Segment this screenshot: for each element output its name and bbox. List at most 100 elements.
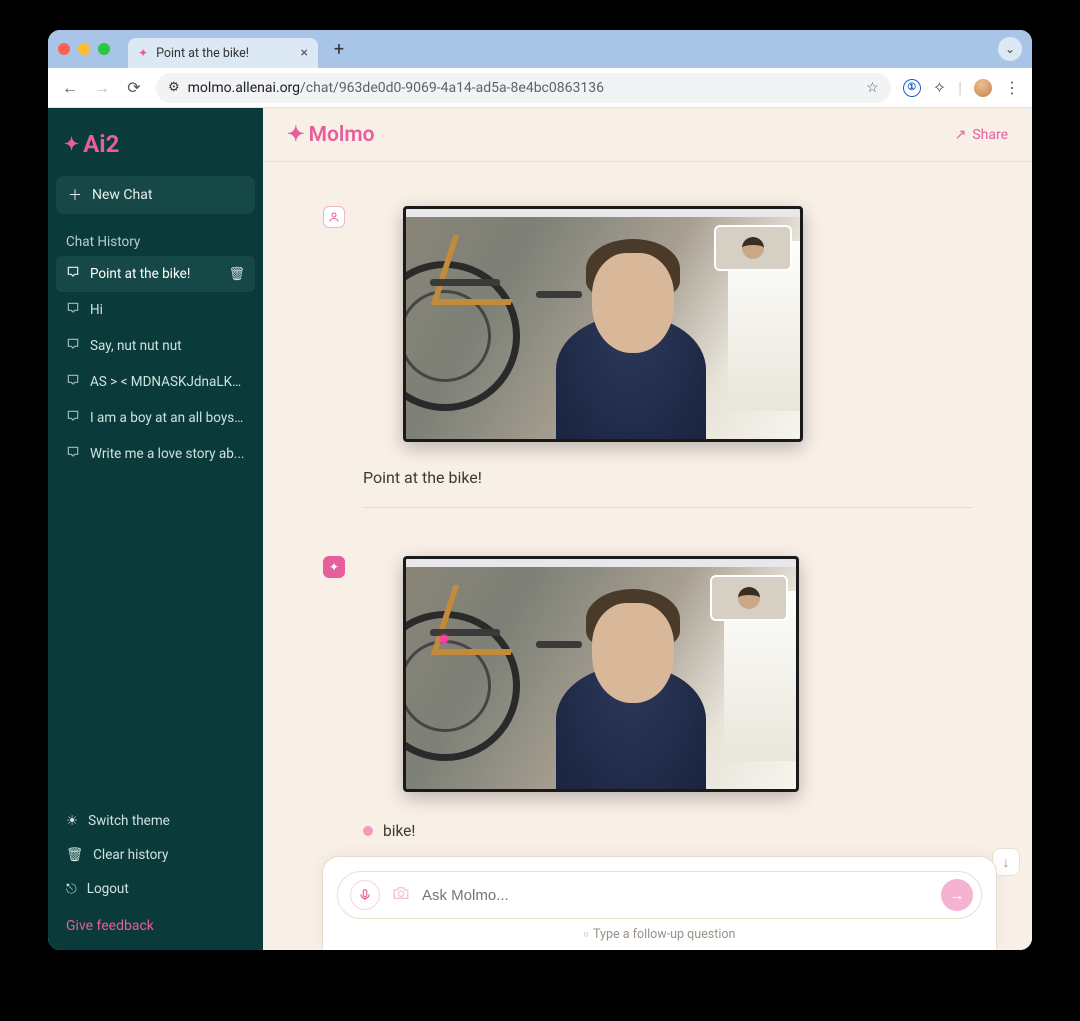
conversation-scroll[interactable]: Point at the bike! ✦	[263, 162, 1032, 950]
history-item-label: I am a boy at an all boys ...	[90, 410, 245, 426]
app-title-text: Molmo	[309, 123, 375, 147]
history-item[interactable]: AS > < MDNASKJdnaLKDJ...	[56, 364, 255, 400]
chat-icon	[66, 337, 80, 355]
sparkle-icon: ✦	[64, 134, 79, 155]
history-item-label: Hi	[90, 302, 245, 318]
chat-icon	[66, 265, 80, 283]
plus-icon: ＋	[68, 185, 82, 205]
history-item-label: Point at the bike!	[90, 266, 218, 282]
camera-button[interactable]	[392, 884, 410, 907]
url-path: /chat/963de0d0-9069-4a14-ad5a-8e4bc08631…	[300, 80, 604, 96]
user-uploaded-image[interactable]	[403, 206, 803, 442]
main-panel: ✦ Molmo ↗ Share	[263, 108, 1032, 950]
point-legend-dot-icon	[363, 826, 373, 836]
point-marker-icon	[440, 635, 448, 643]
main-header: ✦ Molmo ↗ Share	[263, 108, 1032, 162]
history-item-label: AS > < MDNASKJdnaLKDJ...	[90, 374, 245, 390]
hint-bullet-icon: ○	[584, 930, 589, 940]
chat-icon	[66, 409, 80, 427]
history-list: Point at the bike! 🗑 Hi Say, nut nut nut AS …	[56, 256, 255, 472]
share-button[interactable]: ↗ Share	[955, 127, 1008, 143]
tabs-overflow-button[interactable]: ⌄	[998, 37, 1022, 61]
share-icon: ↗	[955, 127, 967, 143]
new-tab-button[interactable]: +	[326, 36, 352, 62]
ai-annotated-image[interactable]	[403, 556, 799, 792]
sun-icon: ☀	[66, 813, 78, 829]
message-input[interactable]	[422, 887, 929, 904]
switch-theme-label: Switch theme	[88, 813, 170, 829]
history-item[interactable]: Write me a love story ab...	[56, 436, 255, 472]
new-chat-button[interactable]: ＋ New Chat	[56, 176, 255, 214]
share-label: Share	[972, 127, 1008, 143]
close-window-button[interactable]	[58, 43, 70, 55]
history-item[interactable]: Say, nut nut nut	[56, 328, 255, 364]
extensions-button-icon[interactable]: ✧	[933, 78, 946, 97]
user-message-text: Point at the bike!	[363, 468, 972, 487]
ai-message-content: bike!	[363, 556, 972, 840]
back-button[interactable]: ←	[60, 78, 80, 98]
feedback-link[interactable]: Give feedback	[56, 908, 255, 936]
composer-container: → ○ Type a follow-up question	[323, 857, 996, 950]
site-settings-icon[interactable]: ⚙	[168, 80, 180, 95]
user-message-content: Point at the bike!	[363, 206, 972, 538]
app-logo[interactable]: ✦ Ai2	[56, 126, 255, 176]
forward-button[interactable]: →	[92, 78, 112, 98]
scroll-to-bottom-button[interactable]: ↓	[992, 848, 1020, 876]
logout-label: Logout	[87, 881, 129, 897]
ai-avatar-icon: ✦	[323, 556, 345, 578]
tab-bar: ✦ Point at the bike! × + ⌄	[48, 30, 1032, 68]
composer: →	[337, 871, 982, 919]
history-item[interactable]: Hi	[56, 292, 255, 328]
app-root: ✦ Ai2 ＋ New Chat Chat History Point at t…	[48, 108, 1032, 950]
reload-button[interactable]: ⟳	[124, 78, 144, 97]
ai-answer-text: bike!	[383, 822, 415, 840]
history-item[interactable]: I am a boy at an all boys ...	[56, 400, 255, 436]
user-avatar-icon	[323, 206, 345, 228]
sidebar: ✦ Ai2 ＋ New Chat Chat History Point at t…	[48, 108, 263, 950]
profile-avatar-icon[interactable]	[974, 79, 992, 97]
history-header: Chat History	[56, 228, 255, 256]
browser-menu-icon[interactable]: ⋮	[1004, 78, 1020, 97]
tab-favicon-icon: ✦	[138, 46, 148, 60]
sidebar-bottom: ☀ Switch theme 🗑 Clear history ⎋ Logout …	[56, 806, 255, 936]
message-divider	[363, 507, 972, 508]
minimize-window-button[interactable]	[78, 43, 90, 55]
extension-1password-icon[interactable]: ①	[903, 79, 921, 97]
message-ai: ✦	[323, 556, 972, 840]
logout-button[interactable]: ⎋ Logout	[56, 874, 255, 904]
window-controls	[58, 43, 110, 55]
tab-title: Point at the bike!	[156, 46, 249, 61]
history-item[interactable]: Point at the bike! 🗑	[56, 256, 255, 292]
maximize-window-button[interactable]	[98, 43, 110, 55]
bookmark-icon[interactable]: ☆	[866, 80, 879, 96]
delete-chat-button[interactable]: 🗑	[228, 267, 245, 282]
new-chat-label: New Chat	[92, 187, 152, 203]
microphone-button[interactable]	[350, 880, 380, 910]
extensions-divider: |	[958, 78, 962, 97]
feedback-label: Give feedback	[66, 918, 154, 934]
message-user: Point at the bike!	[323, 206, 972, 538]
logout-icon: ⎋	[66, 881, 77, 897]
composer-hint: ○ Type a follow-up question	[337, 919, 982, 942]
chat-icon	[66, 301, 80, 319]
app-title[interactable]: ✦ Molmo	[287, 122, 374, 147]
switch-theme-button[interactable]: ☀ Switch theme	[56, 806, 255, 836]
chat-icon	[66, 445, 80, 463]
logo-text: Ai2	[83, 130, 119, 158]
history-item-label: Say, nut nut nut	[90, 338, 245, 354]
composer-hint-text: Type a follow-up question	[593, 927, 735, 942]
close-tab-button[interactable]: ×	[301, 45, 308, 61]
url-host: molmo.allenai.org	[188, 80, 300, 96]
browser-toolbar: ← → ⟳ ⚙ molmo.allenai.org/chat/963de0d0-…	[48, 68, 1032, 108]
send-button[interactable]: →	[941, 879, 973, 911]
address-bar[interactable]: ⚙ molmo.allenai.org/chat/963de0d0-9069-4…	[156, 73, 891, 103]
clear-history-label: Clear history	[93, 847, 168, 863]
sparkle-icon: ✦	[287, 122, 305, 147]
chat-icon	[66, 373, 80, 391]
extension-icons: ① ✧ | ⋮	[903, 78, 1020, 97]
history-item-label: Write me a love story ab...	[90, 446, 245, 462]
browser-tab[interactable]: ✦ Point at the bike! ×	[128, 38, 318, 68]
browser-window: ✦ Point at the bike! × + ⌄ ← → ⟳ ⚙ molmo…	[48, 30, 1032, 950]
trash-icon: 🗑	[66, 847, 83, 863]
clear-history-button[interactable]: 🗑 Clear history	[56, 840, 255, 870]
